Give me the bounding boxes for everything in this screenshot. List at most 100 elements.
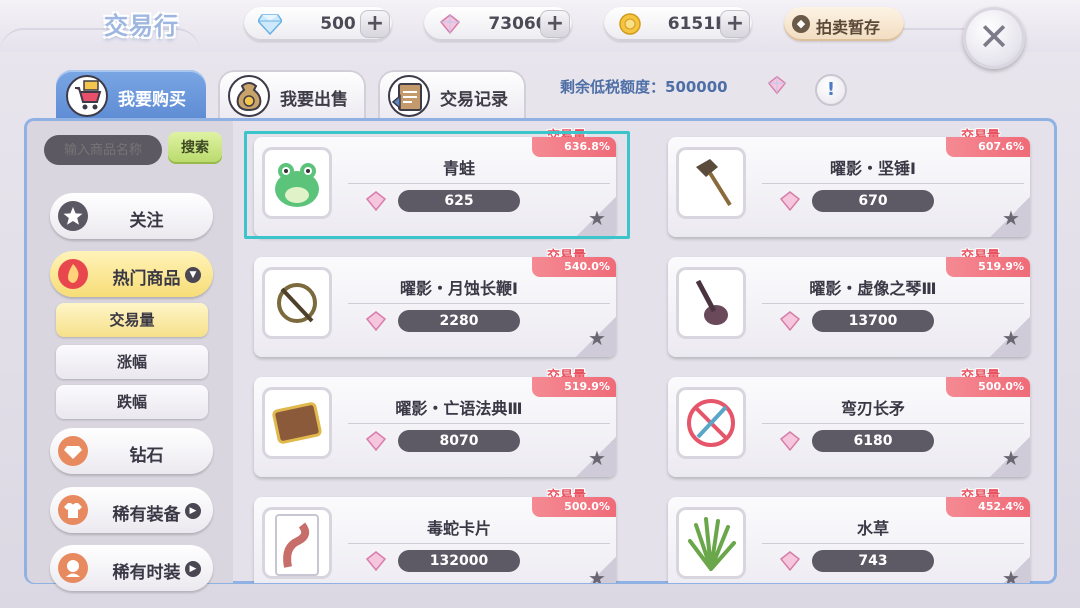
item-price: 670 (812, 190, 934, 212)
favorite-star-icon[interactable]: ★ (586, 327, 608, 349)
item-grid: 青蛙 625 交易量 636.8% ★ 曜影・坚锤Ⅰ 670 交易量 607.6… (240, 121, 1055, 583)
item-card-snake-card[interactable]: 毒蛇卡片 132000 交易量 500.0% ★ (254, 489, 616, 583)
item-card-water-grass[interactable]: 水草 743 交易量 452.4% ★ (668, 489, 1030, 583)
divider (762, 543, 1024, 544)
tab-buy[interactable]: 我要购买 (56, 70, 206, 122)
fashion-icon (58, 553, 88, 583)
shopping-cart-icon (66, 75, 108, 117)
item-price: 6180 (812, 430, 934, 452)
item-name: 水草 (856, 519, 889, 538)
sidebar-item-label: 钻石 (129, 446, 164, 466)
info-button[interactable]: ! (815, 74, 847, 106)
crystal-icon (779, 311, 801, 332)
sidebar-item-label: 关注 (129, 211, 164, 231)
divider (348, 183, 610, 184)
divider (762, 303, 1024, 304)
sidebar-item-rare-equip[interactable]: 稀有装备 ▶ (50, 487, 213, 533)
volume-badge: 500.0% (532, 497, 616, 517)
tab-sell[interactable]: 我要出售 (218, 70, 366, 122)
favorite-star-icon[interactable]: ★ (586, 447, 608, 469)
tab-trade-record[interactable]: 交易记录 (378, 70, 526, 122)
item-card-frog[interactable]: 青蛙 625 交易量 636.8% ★ (254, 129, 616, 237)
volume-badge: 540.0% (532, 257, 616, 277)
low-tax-quota: 剩余低税额度：500000 (560, 78, 728, 96)
crystal-icon (365, 431, 387, 452)
item-name: 弯刃长矛 (840, 399, 905, 418)
star-icon (58, 201, 88, 231)
sidebar-sub-fall[interactable]: 跌幅 (56, 385, 208, 419)
auction-storage-button[interactable]: ◆ 拍卖暂存 (784, 7, 904, 41)
crystal-icon (779, 431, 801, 452)
volume-badge: 519.9% (946, 257, 1030, 277)
crystal-icon (365, 551, 387, 572)
favorite-star-icon[interactable]: ★ (1000, 567, 1022, 583)
page-title: 交易行 (104, 12, 179, 40)
divider (348, 543, 610, 544)
close-button[interactable]: ✕ (963, 7, 1025, 69)
item-name: 曜影・虚像之琴Ⅲ (809, 279, 937, 298)
snake-card-icon (262, 507, 332, 579)
divider (348, 303, 610, 304)
frog-icon (262, 147, 332, 219)
add-diamond-button[interactable]: + (360, 10, 390, 38)
item-card-whip[interactable]: 曜影・月蚀长鞭Ⅰ 2280 交易量 540.0% ★ (254, 249, 616, 357)
item-card-tome[interactable]: 曜影・亡语法典Ⅲ 8070 交易量 519.9% ★ (254, 369, 616, 477)
item-card-spear[interactable]: 弯刃长矛 6180 交易量 500.0% ★ (668, 369, 1030, 477)
zeny-currency: 6151K + (604, 7, 752, 41)
chevron-right-icon: ▶ (185, 503, 201, 519)
sidebar-item-rare-fashion[interactable]: 稀有时装 ▶ (50, 545, 213, 591)
item-price: 8070 (398, 430, 520, 452)
item-price: 132000 (398, 550, 520, 572)
search-input[interactable] (44, 135, 162, 165)
add-zeny-button[interactable]: + (720, 10, 750, 38)
crystal-icon (365, 311, 387, 332)
sidebar-item-follow[interactable]: 关注 (50, 193, 213, 239)
tome-icon (262, 387, 332, 459)
crystal-icon (779, 551, 801, 572)
hammer-icon (676, 147, 746, 219)
divider (348, 423, 610, 424)
volume-badge: 607.6% (946, 137, 1030, 157)
hot-icon (58, 259, 88, 289)
item-card-lute[interactable]: 曜影・虚像之琴Ⅲ 13700 交易量 519.9% ★ (668, 249, 1030, 357)
whip-icon (262, 267, 332, 339)
favorite-star-icon[interactable]: ★ (1000, 207, 1022, 229)
divider (762, 423, 1024, 424)
water-grass-icon (676, 507, 746, 579)
sidebar-sub-volume[interactable]: 交易量 (56, 303, 208, 337)
item-name: 曜影・坚锤Ⅰ (830, 159, 916, 178)
chevron-down-icon: ▼ (185, 267, 201, 283)
record-book-icon (388, 75, 430, 117)
info-icon: ! (826, 79, 836, 100)
crystal-currency: 73060 + (424, 7, 572, 41)
item-price: 2280 (398, 310, 520, 332)
sidebar-item-label: 稀有时装 (112, 563, 181, 583)
sidebar-item-hot[interactable]: 热门商品 ▼ (50, 251, 213, 297)
sidebar-item-diamond[interactable]: 钻石 (50, 428, 213, 474)
sidebar-item-label: 稀有装备 (112, 505, 181, 525)
coin-icon (619, 13, 641, 35)
favorite-star-icon[interactable]: ★ (586, 567, 608, 583)
sidebar-item-label: 热门商品 (112, 269, 181, 289)
shirt-icon (58, 495, 88, 525)
item-price: 743 (812, 550, 934, 572)
favorite-star-icon[interactable]: ★ (586, 207, 608, 229)
favorite-star-icon[interactable]: ★ (1000, 447, 1022, 469)
volume-badge: 519.9% (532, 377, 616, 397)
tab-trade-record-label: 交易记录 (440, 90, 508, 110)
auction-storage-label: 拍卖暂存 (816, 18, 881, 37)
sidebar-sub-rise[interactable]: 涨幅 (56, 345, 208, 379)
search-button[interactable]: 搜索 (168, 132, 222, 164)
add-crystal-button[interactable]: + (540, 10, 570, 38)
spear-icon (676, 387, 746, 459)
crystal-icon (779, 191, 801, 212)
diamond-icon (258, 14, 282, 35)
tab-sell-label: 我要出售 (280, 90, 348, 110)
close-icon: ✕ (978, 15, 1010, 59)
diamond-currency: 500 + (244, 7, 392, 41)
crystal-icon (365, 191, 387, 212)
divider (762, 183, 1024, 184)
item-name: 曜影・月蚀长鞭Ⅰ (400, 279, 518, 298)
item-card-hammer[interactable]: 曜影・坚锤Ⅰ 670 交易量 607.6% ★ (668, 129, 1030, 237)
favorite-star-icon[interactable]: ★ (1000, 327, 1022, 349)
